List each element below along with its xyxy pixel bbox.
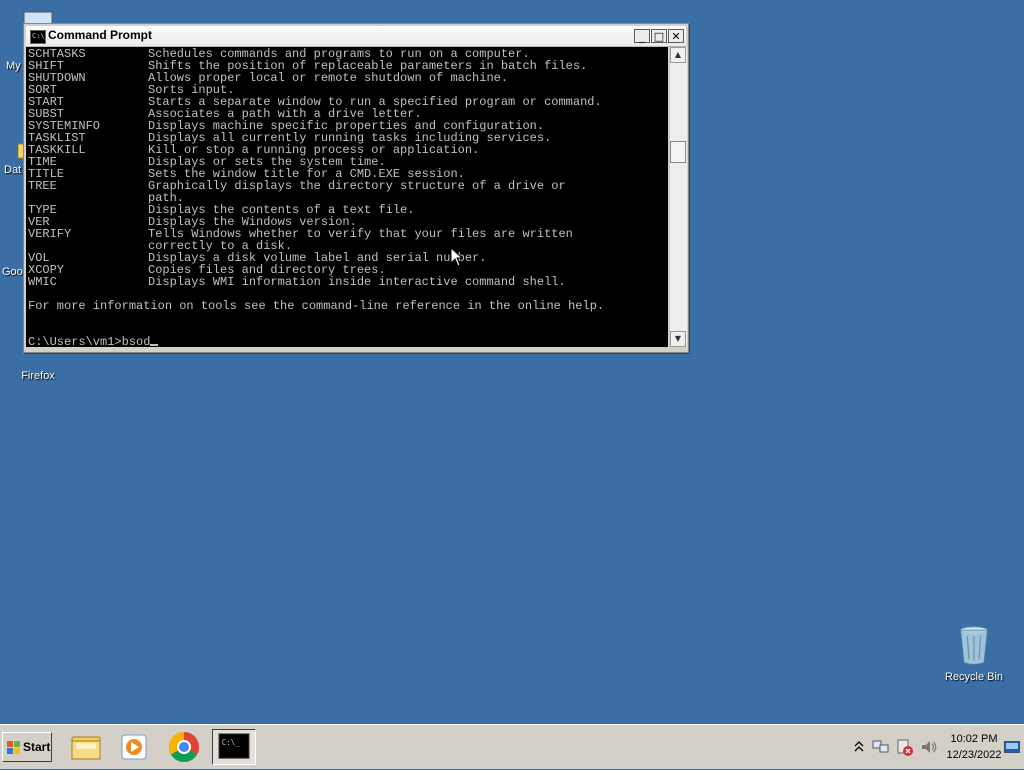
command-prompt-window[interactable]: C:\_ Command Prompt _ □ ✕ SCHTASKS Schedu… [23, 23, 689, 353]
console-output[interactable]: SCHTASKS Schedules commands and programs … [26, 47, 668, 347]
taskbar-item-chrome[interactable] [162, 729, 206, 765]
command-input-line[interactable]: C:\Users\vm1>bsod [28, 336, 668, 347]
taskbar-item-media-player[interactable] [112, 729, 156, 765]
clock-time: 10:02 PM [950, 733, 998, 745]
desktop-icon-label: My [6, 60, 21, 72]
taskbar-item-explorer[interactable] [64, 729, 108, 765]
scrollbar-thumb[interactable] [670, 141, 686, 163]
recycle-bin-icon [960, 626, 988, 665]
mouse-pointer-icon [450, 247, 462, 267]
windows-logo-icon [7, 741, 20, 754]
close-button[interactable]: ✕ [668, 29, 684, 43]
vertical-scrollbar[interactable]: ▲ ▼ [669, 47, 687, 347]
desktop-icon-recycle-bin[interactable]: Recycle Bin [936, 626, 1012, 683]
start-button[interactable]: Start [2, 732, 52, 762]
window-titlebar[interactable]: C:\_ Command Prompt _ □ ✕ [26, 26, 686, 47]
console-footer: For more information on tools see the co… [28, 299, 605, 313]
typed-command: bsod [121, 335, 151, 347]
folder-icon [71, 736, 101, 760]
network-icon[interactable] [872, 739, 890, 755]
console-line: SHUTDOWN Allows proper local or remote sh… [28, 71, 509, 85]
desktop-icon-label: Dat [4, 164, 22, 176]
desktop-icon-label: Recycle Bin [944, 671, 1004, 683]
console-line: TREE Graphically displays the directory s… [28, 179, 566, 193]
scroll-down-button[interactable]: ▼ [670, 331, 686, 347]
action-center-icon[interactable] [896, 739, 914, 757]
svg-text:C:\_: C:\_ [222, 738, 241, 747]
window-title: Command Prompt [48, 28, 153, 42]
clock[interactable]: 10:02 PM 12/23/2022 [938, 731, 1010, 763]
clock-date: 12/23/2022 [946, 749, 1002, 761]
desktop-icon-label: Firefox [21, 370, 55, 382]
taskbar: Start C:\_ 10:02 PM 12/23/2022 [0, 724, 1024, 769]
chrome-icon [168, 732, 200, 763]
minimize-button[interactable]: _ [634, 29, 650, 43]
start-label: Start [23, 740, 51, 754]
volume-icon[interactable] [920, 739, 938, 755]
console-line: WMIC Displays WMI information inside inte… [28, 275, 566, 289]
chevron-up-icon[interactable] [854, 739, 864, 753]
desktop-icon-label: Goo [2, 266, 23, 278]
taskbar-item-command-prompt[interactable]: C:\_ [212, 729, 256, 765]
text-cursor [150, 344, 159, 346]
media-player-icon [121, 734, 147, 760]
cmd-icon: C:\_ [30, 30, 49, 44]
scroll-up-button[interactable]: ▲ [670, 47, 686, 63]
console-line: VERIFY Tells Windows whether to verify th… [28, 227, 573, 241]
prompt-path: C:\Users\vm1> [28, 335, 122, 347]
maximize-button[interactable]: □ [651, 29, 667, 43]
cmd-icon: C:\_ [218, 733, 250, 759]
